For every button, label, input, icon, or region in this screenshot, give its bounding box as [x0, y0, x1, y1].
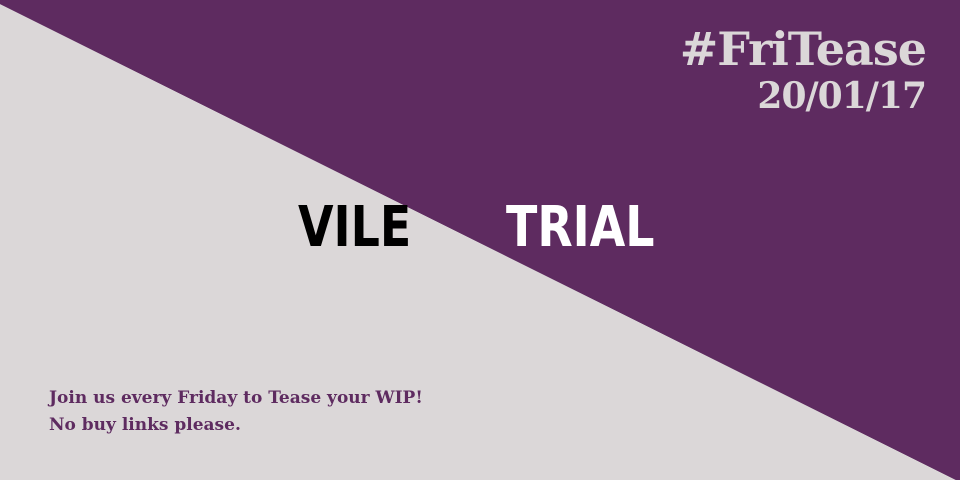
- footer-line-1: Join us every Friday to Tease your WIP!: [49, 388, 423, 408]
- date: 20/01/17: [757, 75, 927, 117]
- footer-line-2: No buy links please.: [49, 415, 241, 435]
- footer-text: Join us every Friday to Tease your WIP! …: [49, 385, 423, 439]
- hashtag-title: #FriTease: [679, 22, 927, 76]
- title-right: TRIAL: [506, 195, 655, 260]
- title-left: VILE: [298, 195, 412, 260]
